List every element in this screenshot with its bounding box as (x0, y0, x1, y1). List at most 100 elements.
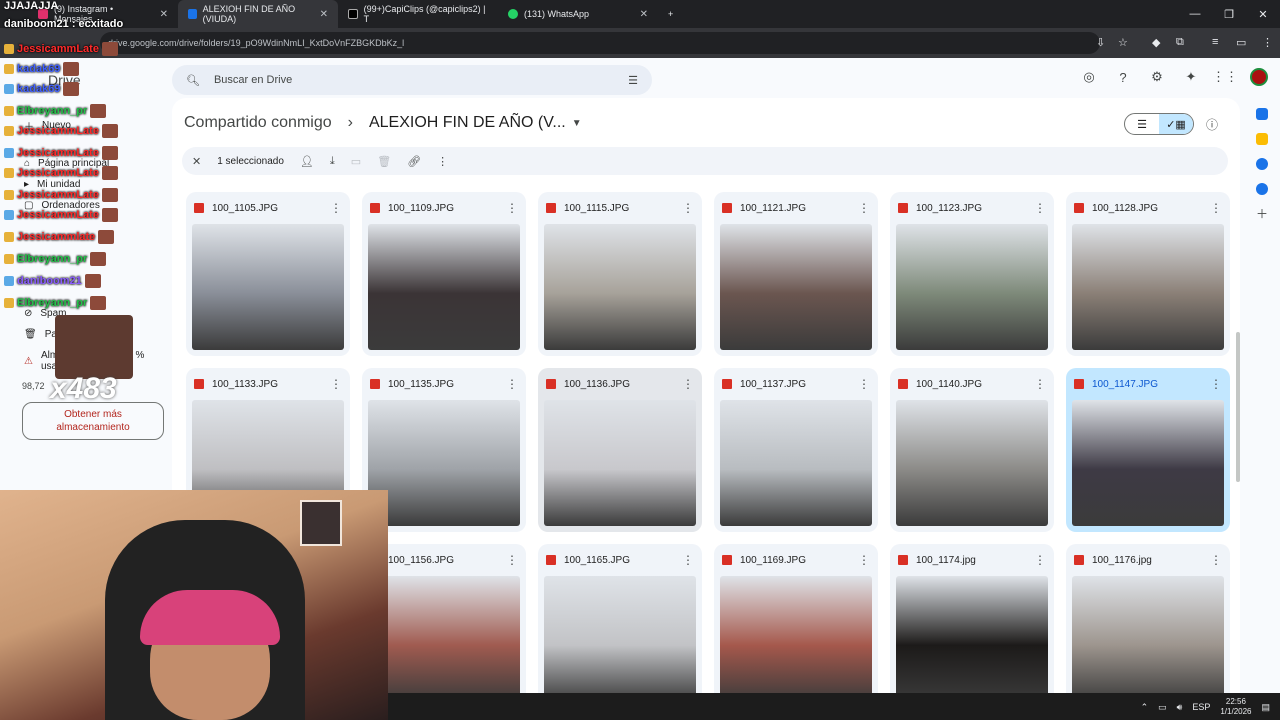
more-options-icon[interactable]: ⋮ (858, 377, 870, 391)
file-card[interactable]: 100_1128.JPG ⋮ (1066, 192, 1230, 356)
breadcrumb-current-folder[interactable]: ALEXIOH FIN DE AÑO (V... (369, 114, 566, 132)
media-icon[interactable]: ≡ (1212, 36, 1218, 48)
file-card[interactable]: 100_1105.JPG ⋮ (186, 192, 350, 356)
file-card[interactable]: 100_1147.JPG ⋮ (1066, 368, 1230, 532)
file-thumbnail[interactable] (544, 224, 696, 350)
network-icon[interactable]: ▭ (1158, 702, 1167, 713)
gemini-sparkle-icon[interactable]: ✦ (1182, 68, 1200, 86)
info-icon[interactable]: ⓘ (1206, 116, 1218, 133)
file-thumbnail[interactable] (720, 400, 872, 526)
tab-capiclips[interactable]: (99+)CapiClips (@capiclips2) | T (338, 0, 498, 28)
offline-check-icon[interactable]: ◎ (1080, 68, 1098, 86)
get-storage-button[interactable]: Obtener más almacenamiento (22, 402, 164, 440)
add-addon-icon[interactable]: ＋ (1256, 208, 1268, 220)
more-options-icon[interactable]: ⋮ (1210, 201, 1222, 215)
notification-icon[interactable]: ▤ (1261, 702, 1270, 713)
menu-icon[interactable]: ⋮ (1262, 36, 1273, 49)
more-options-icon[interactable]: ⋮ (506, 201, 518, 215)
minimize-icon[interactable]: — (1178, 0, 1212, 28)
file-thumbnail[interactable] (368, 576, 520, 702)
search-icon[interactable]: 🔍︎ (186, 74, 200, 87)
file-thumbnail[interactable] (896, 576, 1048, 702)
more-options-icon[interactable]: ⋮ (858, 553, 870, 567)
close-icon[interactable]: ✕ (320, 9, 328, 20)
extension-icon[interactable]: ◆ (1152, 36, 1160, 49)
more-options-icon[interactable]: ⋮ (1034, 201, 1046, 215)
download-icon[interactable]: ⤓ (330, 155, 335, 168)
more-options-icon[interactable]: ⋮ (858, 201, 870, 215)
more-options-icon[interactable]: ⋮ (1210, 377, 1222, 391)
more-options-icon[interactable]: ⋮ (1034, 377, 1046, 391)
trash-icon[interactable]: 🗑︎ (377, 155, 391, 168)
tab-whatsapp[interactable]: (131) WhatsApp ✕ (498, 0, 658, 28)
move-icon[interactable]: ▭ (351, 155, 361, 168)
volume-icon[interactable]: 🔊︎ (1177, 702, 1183, 713)
calendar-icon[interactable] (1256, 108, 1268, 120)
file-thumbnail[interactable] (896, 224, 1048, 350)
file-card[interactable]: 100_1165.JPG ⋮ (538, 544, 702, 708)
file-card[interactable]: 100_1121.JPG ⋮ (714, 192, 878, 356)
search-options-icon[interactable]: ☰ (628, 74, 638, 87)
avatar[interactable] (1250, 68, 1268, 86)
bookmark-star-icon[interactable]: ☆ (1118, 36, 1128, 49)
breadcrumb-shared[interactable]: Compartido conmigo (184, 114, 332, 132)
language-indicator[interactable]: ESP (1192, 702, 1210, 712)
file-thumbnail[interactable] (720, 224, 872, 350)
new-tab-button[interactable]: + (658, 0, 683, 28)
more-options-icon[interactable]: ⋮ (330, 377, 342, 391)
more-actions-icon[interactable]: ⋮ (437, 155, 448, 168)
settings-gear-icon[interactable]: ⚙ (1148, 68, 1166, 86)
file-thumbnail[interactable] (368, 224, 520, 350)
file-card[interactable]: 100_1169.JPG ⋮ (714, 544, 878, 708)
contacts-icon[interactable] (1256, 183, 1268, 195)
clear-selection-icon[interactable]: ✕ (192, 155, 201, 168)
file-card[interactable]: 100_1115.JPG ⋮ (538, 192, 702, 356)
share-icon[interactable]: 👤︎ (300, 155, 314, 168)
scrollbar[interactable] (1236, 332, 1240, 482)
grid-view-icon[interactable]: ✓▦ (1159, 114, 1193, 134)
more-options-icon[interactable]: ⋮ (682, 201, 694, 215)
install-icon[interactable]: ⇩ (1096, 36, 1105, 49)
file-thumbnail[interactable] (896, 400, 1048, 526)
file-card[interactable]: 100_1123.JPG ⋮ (890, 192, 1054, 356)
more-options-icon[interactable]: ⋮ (506, 553, 518, 567)
close-icon[interactable]: ✕ (640, 9, 648, 20)
close-window-icon[interactable]: ✕ (1246, 0, 1280, 28)
chevron-down-icon[interactable]: ▼ (572, 118, 582, 129)
url-field[interactable]: drive.google.com/drive/folders/19_pO9Wdi… (100, 32, 1100, 54)
file-thumbnail[interactable] (720, 576, 872, 702)
file-card[interactable]: 100_1109.JPG ⋮ (362, 192, 526, 356)
apps-grid-icon[interactable]: ⋮⋮ (1212, 68, 1238, 86)
file-card[interactable]: 100_1174.jpg ⋮ (890, 544, 1054, 708)
more-options-icon[interactable]: ⋮ (682, 553, 694, 567)
file-thumbnail[interactable] (1072, 400, 1224, 526)
close-icon[interactable]: ✕ (160, 9, 168, 20)
file-thumbnail[interactable] (1072, 224, 1224, 350)
file-thumbnail[interactable] (1072, 576, 1224, 702)
more-options-icon[interactable]: ⋮ (1210, 553, 1222, 567)
list-view-icon[interactable]: ☰ (1125, 114, 1159, 134)
file-card[interactable]: 100_1176.jpg ⋮ (1066, 544, 1230, 708)
clock[interactable]: 22:56 1/1/2026 (1220, 697, 1251, 717)
puzzle-icon[interactable]: ⧉ (1176, 36, 1184, 49)
file-card[interactable]: 100_1140.JPG ⋮ (890, 368, 1054, 532)
more-options-icon[interactable]: ⋮ (330, 201, 342, 215)
copy-link-icon[interactable]: 🔗︎ (407, 155, 421, 168)
file-card[interactable]: 100_1137.JPG ⋮ (714, 368, 878, 532)
file-card[interactable]: 100_1136.JPG ⋮ (538, 368, 702, 532)
more-options-icon[interactable]: ⋮ (1034, 553, 1046, 567)
search-bar[interactable]: 🔍︎ Buscar en Drive ☰ (172, 65, 652, 95)
more-options-icon[interactable]: ⋮ (682, 377, 694, 391)
file-thumbnail[interactable] (544, 576, 696, 702)
more-options-icon[interactable]: ⋮ (506, 377, 518, 391)
restore-icon[interactable]: ❐ (1212, 0, 1246, 28)
tray-chevron-icon[interactable]: ⌃ (1141, 702, 1149, 713)
tab-drive[interactable]: ALEXIOH FIN DE AÑO (VIUDA) ✕ (178, 0, 338, 28)
file-thumbnail[interactable] (368, 400, 520, 526)
tasks-icon[interactable] (1256, 158, 1268, 170)
keep-icon[interactable] (1256, 133, 1268, 145)
help-icon[interactable]: ? (1114, 68, 1132, 86)
file-thumbnail[interactable] (192, 224, 344, 350)
sidebar-icon[interactable]: ▭ (1236, 36, 1246, 49)
file-thumbnail[interactable] (544, 400, 696, 526)
